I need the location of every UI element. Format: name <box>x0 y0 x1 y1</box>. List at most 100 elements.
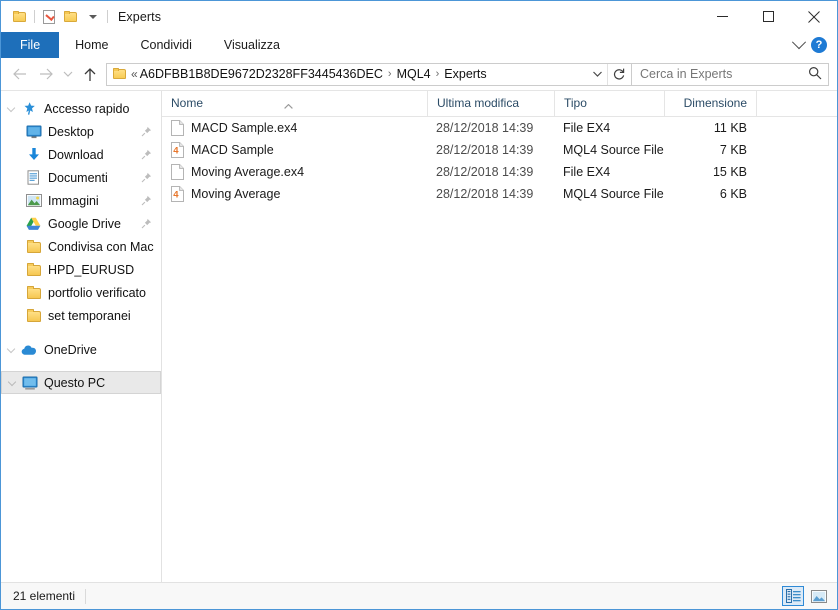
file-rows: MACD Sample.ex4 28/12/2018 14:39 File EX… <box>162 117 837 582</box>
sidebar-item-label: Desktop <box>48 124 94 139</box>
search-icon[interactable] <box>808 66 822 83</box>
pin-icon[interactable] <box>141 126 152 140</box>
tab-home[interactable]: Home <box>59 32 124 58</box>
svg-text:4: 4 <box>173 189 179 200</box>
customize-dropdown-icon[interactable] <box>82 6 104 28</box>
sidebar-item-download[interactable]: Download <box>1 143 161 166</box>
tab-visualizza[interactable]: Visualizza <box>208 32 296 58</box>
title-bar: Experts <box>1 1 837 32</box>
arrow-right-icon[interactable] <box>33 61 59 87</box>
column-header-ultima-modifica[interactable]: Ultima modifica <box>427 91 554 116</box>
table-row[interactable]: 4 Moving Average 28/12/2018 14:39 MQL4 S… <box>162 183 837 205</box>
arrow-left-icon[interactable] <box>7 61 33 87</box>
file-type: File EX4 <box>563 165 611 179</box>
table-row[interactable]: Moving Average.ex4 28/12/2018 14:39 File… <box>162 161 837 183</box>
sidebar-item-label: Immagini <box>48 193 99 208</box>
sidebar-item-documenti[interactable]: Documenti <box>1 166 161 189</box>
sidebar-item-hpd-eurusd[interactable]: HPD_EURUSD <box>1 258 161 281</box>
breadcrumb-item-0[interactable]: A6DFBB1B8DE9672D2328FF3445436DEC <box>140 67 383 81</box>
address-path-field[interactable]: « A6DFBB1B8DE9672D2328FF3445436DEC › MQL… <box>106 62 632 86</box>
status-divider <box>85 588 87 604</box>
sidebar-gap-2 <box>1 361 161 371</box>
file-name-cell: 4 MACD Sample <box>162 142 427 158</box>
breadcrumb-separator-0[interactable]: › <box>383 68 397 80</box>
column-label: Nome <box>171 96 204 110</box>
file-modified: 28/12/2018 14:39 <box>436 165 534 179</box>
tab-file[interactable]: File <box>1 32 60 58</box>
folder-icon[interactable] <box>9 6 31 28</box>
file-size: 6 KB <box>719 187 747 201</box>
onedrive-icon <box>21 342 38 358</box>
chevron-down-icon[interactable] <box>791 35 807 50</box>
file-name-cell: MACD Sample.ex4 <box>162 120 427 136</box>
address-dropdown-icon[interactable] <box>587 70 607 78</box>
table-row[interactable]: 4 MACD Sample 28/12/2018 14:39 MQL4 Sour… <box>162 139 837 161</box>
ex4-file-icon <box>171 164 184 180</box>
expander-icon[interactable] <box>8 104 17 113</box>
pin-icon[interactable] <box>141 172 152 186</box>
arrow-up-icon[interactable] <box>77 61 103 87</box>
search-input[interactable]: Cerca in Experts <box>632 62 829 86</box>
path-leading-separator[interactable]: « <box>131 67 140 81</box>
column-header-row: Nome Ultima modifica Tipo Dimensione <box>162 91 837 117</box>
file-name: MACD Sample <box>191 143 274 157</box>
breadcrumb-item-2[interactable]: Experts <box>444 67 486 81</box>
column-header-nome[interactable]: Nome <box>162 91 427 116</box>
large-icons-view-button[interactable] <box>808 586 830 606</box>
address-bar: « A6DFBB1B8DE9672D2328FF3445436DEC › MQL… <box>1 58 837 90</box>
column-header-tipo[interactable]: Tipo <box>554 91 664 116</box>
sidebar-item-label: set temporanei <box>48 308 131 323</box>
view-mode-buttons <box>782 586 830 606</box>
pin-icon[interactable] <box>141 149 152 163</box>
sidebar-item-label: Condivisa con Mac <box>48 239 154 254</box>
sort-ascending-icon <box>284 93 293 109</box>
file-name: Moving Average <box>191 187 281 201</box>
column-header-dimensione[interactable]: Dimensione <box>664 91 756 116</box>
pin-icon[interactable] <box>141 218 152 232</box>
sidebar-item-onedrive[interactable]: OneDrive <box>1 338 161 361</box>
sidebar-item-portfolio-verificato[interactable]: portfolio verificato <box>1 281 161 304</box>
close-icon[interactable] <box>791 1 837 32</box>
sidebar-item-accesso-rapido[interactable]: Accesso rapido <box>1 97 161 120</box>
sidebar-item-questo-pc[interactable]: Questo PC <box>1 371 161 394</box>
file-type: File EX4 <box>563 121 611 135</box>
file-name-cell: Moving Average.ex4 <box>162 164 427 180</box>
expander-icon[interactable] <box>9 378 18 387</box>
refresh-icon[interactable] <box>607 63 630 85</box>
expander-icon[interactable] <box>8 345 17 354</box>
help-icon[interactable]: ? <box>811 37 827 53</box>
sidebar-item-condivisa-con-mac[interactable]: Condivisa con Mac <box>1 235 161 258</box>
file-modified: 28/12/2018 14:39 <box>436 143 534 157</box>
new-folder-icon[interactable] <box>60 6 82 28</box>
file-name: MACD Sample.ex4 <box>191 121 298 135</box>
breadcrumb-separator-1[interactable]: › <box>431 68 445 80</box>
sidebar-item-google-drive[interactable]: Google Drive <box>1 212 161 235</box>
table-row[interactable]: MACD Sample.ex4 28/12/2018 14:39 File EX… <box>162 117 837 139</box>
file-name-cell: 4 Moving Average <box>162 186 427 202</box>
properties-icon[interactable] <box>38 6 60 28</box>
breadcrumb-item-1[interactable]: MQL4 <box>397 67 431 81</box>
sidebar-item-immagini[interactable]: Immagini <box>1 189 161 212</box>
mql4-file-icon: 4 <box>171 142 184 158</box>
item-count-label: 21 elementi <box>13 589 76 603</box>
sidebar-item-desktop[interactable]: Desktop <box>1 120 161 143</box>
sidebar-item-label: portfolio verificato <box>48 285 146 300</box>
toolbar-divider-2 <box>107 10 108 23</box>
sidebar-item-set-temporanei[interactable]: set temporanei <box>1 304 161 327</box>
folder-icon <box>25 262 42 278</box>
maximize-icon[interactable] <box>745 1 791 32</box>
svg-text:4: 4 <box>173 145 179 156</box>
details-view-button[interactable] <box>782 586 804 606</box>
minimize-icon[interactable] <box>699 1 745 32</box>
download-icon <box>25 147 42 163</box>
sidebar-item-label: OneDrive <box>44 342 97 357</box>
file-type: MQL4 Source File <box>563 143 664 157</box>
pin-icon[interactable] <box>141 195 152 209</box>
navigation-pane: Accesso rapido Desktop Download Document… <box>1 91 162 582</box>
recent-locations-icon[interactable] <box>59 61 77 87</box>
ex4-file-icon <box>171 120 184 136</box>
file-size: 11 KB <box>713 121 747 135</box>
star-pin-icon <box>21 101 38 117</box>
mql4-file-icon: 4 <box>171 186 184 202</box>
tab-condividi[interactable]: Condividi <box>125 32 208 58</box>
